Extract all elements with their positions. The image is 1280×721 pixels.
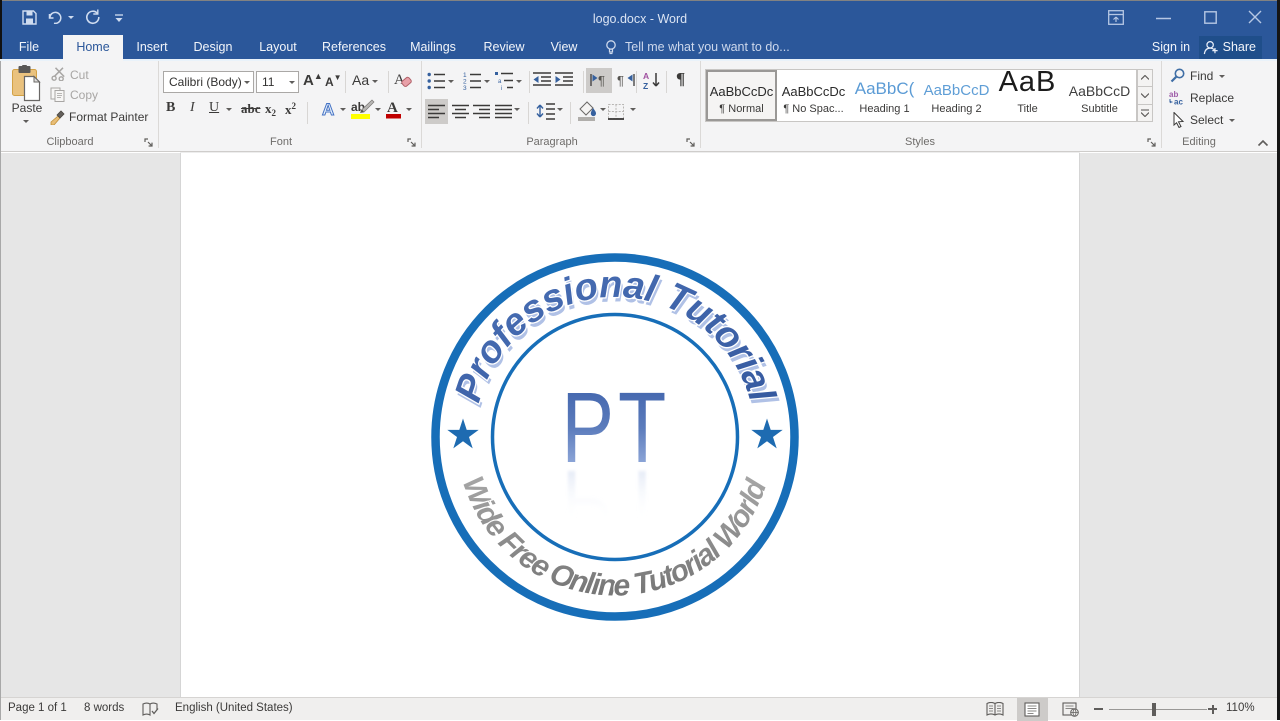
svg-text:i: i	[501, 86, 502, 90]
svg-text:3: 3	[463, 85, 467, 90]
svg-text:PT: PT	[561, 449, 670, 561]
svg-text:A: A	[387, 100, 398, 116]
svg-text:a: a	[498, 79, 502, 85]
svg-text:A: A	[322, 100, 334, 119]
svg-text:ac: ac	[1174, 98, 1183, 106]
svg-text:A: A	[643, 71, 649, 81]
svg-text:Z: Z	[643, 81, 648, 90]
svg-text:¶: ¶	[617, 73, 624, 88]
svg-text:¶: ¶	[598, 73, 605, 88]
